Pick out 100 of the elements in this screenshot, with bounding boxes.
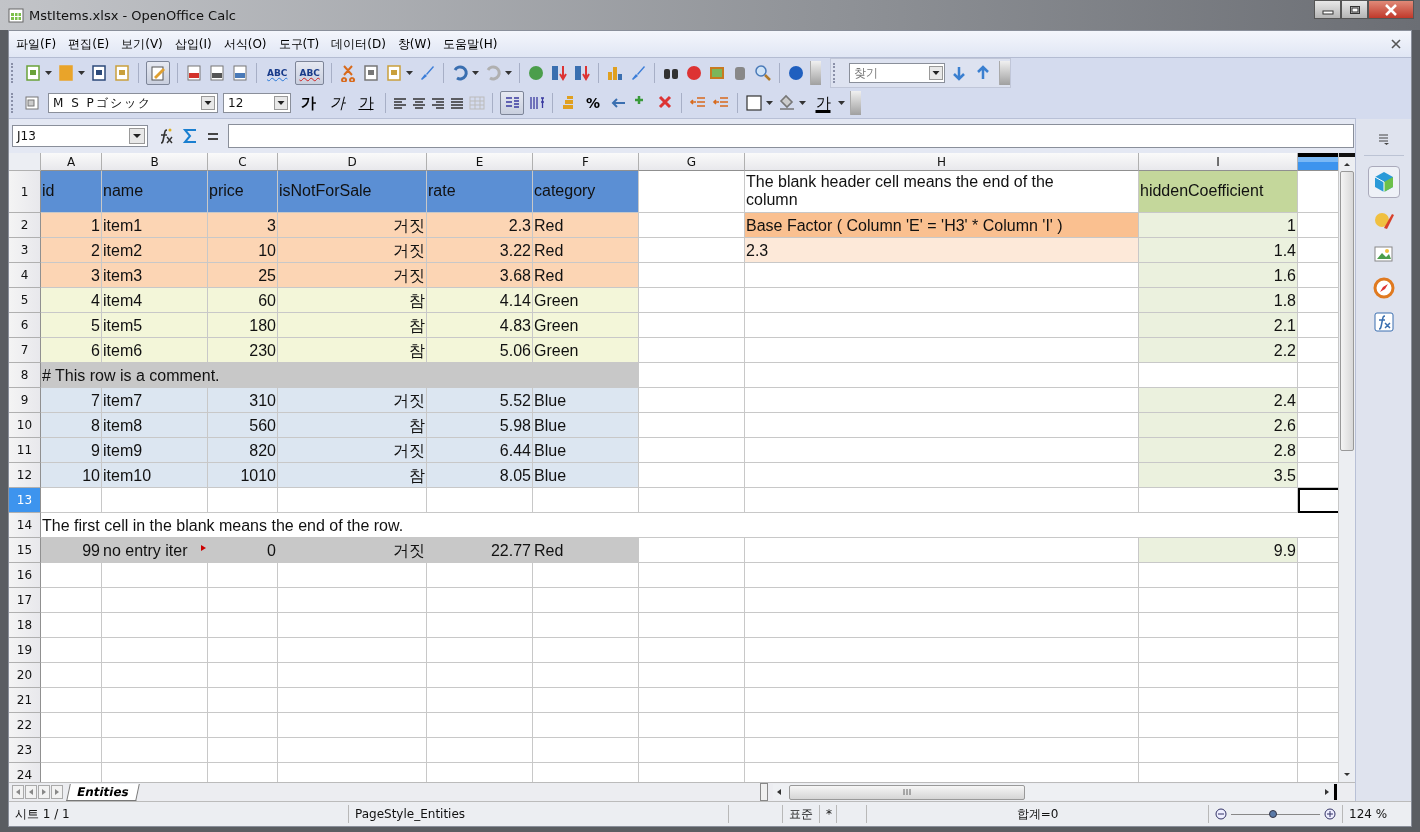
underline-button[interactable]: 가 <box>354 91 378 115</box>
name-box[interactable]: J13 <box>12 125 148 147</box>
italic-button[interactable]: 가 <box>325 91 349 115</box>
close-button[interactable] <box>1368 0 1414 19</box>
dropdown-arrow-icon[interactable] <box>799 101 806 105</box>
column-header[interactable] <box>1298 153 1338 171</box>
find-next-arrow-icon[interactable] <box>950 65 967 81</box>
menu-item[interactable]: 도움말(H) <box>438 33 503 55</box>
maximize-button[interactable] <box>1341 0 1368 19</box>
row-header[interactable]: 1 <box>9 171 41 213</box>
sum-icon[interactable] <box>182 128 198 144</box>
menu-item[interactable]: 창(W) <box>392 33 437 55</box>
row-header[interactable]: 16 <box>9 563 41 588</box>
dropdown-arrow-icon[interactable] <box>766 101 773 105</box>
sort-descending-icon[interactable] <box>572 64 591 82</box>
row-header[interactable]: 18 <box>9 613 41 638</box>
align-icon[interactable] <box>412 96 426 110</box>
menu-item[interactable]: 서식(O) <box>218 33 272 55</box>
zoom-slider-thumb[interactable] <box>1268 809 1277 818</box>
close-document-icon[interactable] <box>1391 39 1401 49</box>
gallery-icon[interactable] <box>707 64 726 82</box>
zoom-out-icon[interactable] <box>1215 808 1227 820</box>
row-header[interactable]: 19 <box>9 638 41 663</box>
column-header[interactable]: C <box>208 153 278 171</box>
edit-file-button[interactable] <box>146 61 170 85</box>
styles-window-icon[interactable] <box>24 95 40 111</box>
wrap-text-button[interactable] <box>500 91 524 115</box>
row-header[interactable]: 23 <box>9 738 41 763</box>
save-icon[interactable] <box>90 64 108 82</box>
sheet-navigation-button[interactable] <box>38 785 50 799</box>
menu-item[interactable]: 파일(F) <box>11 33 62 55</box>
column-header[interactable]: D <box>278 153 427 171</box>
chart-icon[interactable] <box>605 64 624 82</box>
row-header[interactable]: 12 <box>9 463 41 488</box>
vertical-scrollbar-thumb[interactable] <box>1340 171 1354 451</box>
row-header[interactable]: 10 <box>9 413 41 438</box>
sort-ascending-icon[interactable] <box>549 64 568 82</box>
column-header[interactable]: H <box>745 153 1139 171</box>
row-header[interactable]: 4 <box>9 263 41 288</box>
find-field[interactable]: 찾기 <box>848 63 945 83</box>
row-header[interactable]: 21 <box>9 688 41 713</box>
align-icon[interactable] <box>450 96 464 110</box>
dropdown-arrow-icon[interactable] <box>504 71 512 75</box>
dropdown-arrow-icon[interactable] <box>471 71 479 75</box>
vertical-text-icon[interactable] <box>529 95 545 111</box>
row-header[interactable]: 14 <box>9 513 41 538</box>
percent-button[interactable]: % <box>581 91 605 115</box>
row-header[interactable]: 11 <box>9 438 41 463</box>
dropdown-arrow-icon[interactable] <box>45 71 52 75</box>
align-icon[interactable] <box>431 96 445 110</box>
functions-icon[interactable] <box>1371 310 1396 334</box>
menu-item[interactable]: 삽입(I) <box>169 33 217 55</box>
row-header[interactable]: 2 <box>9 213 41 238</box>
spellcheck-button[interactable]: ABC <box>264 61 291 85</box>
menu-item[interactable]: 보기(V) <box>116 33 168 55</box>
column-header[interactable]: A <box>41 153 102 171</box>
toolbar-overflow-button[interactable] <box>998 61 1010 85</box>
menu-item[interactable]: 도구(T) <box>273 33 325 55</box>
borders-icon[interactable] <box>745 94 763 112</box>
menu-item[interactable]: 데이터(D) <box>326 33 391 55</box>
row-header[interactable]: 20 <box>9 663 41 688</box>
navigator-icon[interactable] <box>1371 276 1396 300</box>
font-size-field[interactable]: 12 <box>223 93 291 113</box>
dropdown-arrow-icon[interactable] <box>405 71 413 75</box>
row-header[interactable]: 24 <box>9 763 41 782</box>
align-icon[interactable] <box>393 96 407 110</box>
properties-icon[interactable] <box>1367 166 1400 198</box>
autospellcheck-button[interactable]: ABC <box>295 61 324 85</box>
row-header[interactable]: 5 <box>9 288 41 313</box>
minimize-button[interactable] <box>1314 0 1341 19</box>
sheet-navigation-button[interactable] <box>51 785 63 799</box>
row-header[interactable]: 6 <box>9 313 41 338</box>
row-header[interactable]: 8 <box>9 363 41 388</box>
zoom-icon[interactable] <box>753 64 772 82</box>
cut-icon[interactable] <box>338 64 357 82</box>
zoom-in-icon[interactable] <box>1324 808 1336 820</box>
row-header[interactable]: 3 <box>9 238 41 263</box>
column-header[interactable]: I <box>1139 153 1298 171</box>
formula-input-field[interactable] <box>228 124 1354 148</box>
tab-split-handle[interactable] <box>760 783 768 801</box>
menu-item[interactable]: 편집(E) <box>63 33 115 55</box>
column-header[interactable]: G <box>639 153 745 171</box>
sheet-navigation-button[interactable] <box>25 785 37 799</box>
bold-button[interactable]: 가 <box>296 91 320 115</box>
sidebar-menu-icon[interactable] <box>1377 133 1390 145</box>
sheet-tab[interactable]: Entities <box>66 783 140 801</box>
row-header[interactable]: 7 <box>9 338 41 363</box>
merge-cells-icon[interactable] <box>469 96 485 110</box>
print-preview-icon[interactable] <box>231 64 249 82</box>
dropdown-arrow-icon[interactable] <box>78 71 85 75</box>
row-header[interactable]: 15 <box>9 538 41 563</box>
column-header[interactable]: B <box>102 153 208 171</box>
sheet-navigation-button[interactable] <box>12 785 24 799</box>
column-header[interactable]: F <box>533 153 639 171</box>
font-color-button[interactable]: 가 <box>811 91 835 115</box>
toolbar-overflow-button[interactable] <box>809 61 821 85</box>
row-header[interactable]: 22 <box>9 713 41 738</box>
toolbar-overflow-button[interactable] <box>850 91 861 115</box>
dropdown-arrow-icon[interactable] <box>838 101 845 105</box>
row-header[interactable]: 9 <box>9 388 41 413</box>
